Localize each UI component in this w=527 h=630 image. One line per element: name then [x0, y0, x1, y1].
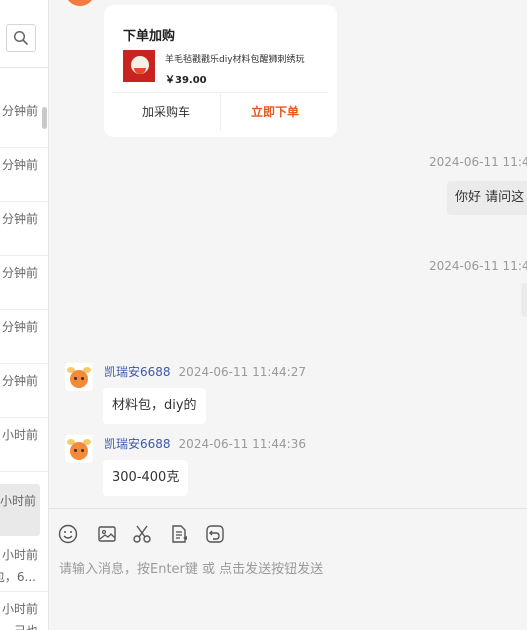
conversation-time: 分钟前 — [1, 104, 38, 118]
conversation-sidebar: 分钟前 分钟前 分钟前 分钟前 分钟前 分钟前 小时前 小时前 小时前 包，6.… — [0, 0, 49, 630]
message-timestamp: 2024-06-11 11:44:36 — [178, 437, 306, 451]
conversation-item[interactable]: 小时前 己也 — [0, 592, 48, 630]
message-sender: 凯瑞安6688 2024-06-11 11:44:27 — [104, 363, 306, 380]
message-timestamp: 2024-06-11 11:43 — [429, 259, 527, 273]
product-thumbnail[interactable] — [123, 50, 155, 82]
conversation-item[interactable]: 小时前 包，6... — [0, 538, 48, 592]
avatar[interactable] — [65, 435, 93, 463]
conversation-preview: 己也 — [14, 622, 38, 630]
message-timestamp: 2024-06-11 11:44:27 — [178, 365, 306, 379]
message-bubble-incoming: 300-400克 — [103, 460, 189, 496]
conversation-time: 分钟前 — [1, 320, 38, 334]
conversation-time: 小时前 — [0, 494, 36, 508]
conversation-time: 分钟前 — [1, 374, 38, 388]
conversation-item[interactable]: 分钟前 — [0, 310, 48, 364]
history-icon[interactable] — [204, 523, 226, 545]
conversation-time: 分钟前 — [1, 212, 38, 226]
emoji-icon[interactable] — [57, 523, 79, 545]
product-price: ￥39.00 — [165, 75, 207, 86]
conversation-preview: 包，6... — [0, 570, 36, 584]
conversation-item[interactable]: 分钟前 — [0, 256, 48, 310]
document-icon[interactable] — [168, 523, 190, 545]
avatar[interactable] — [65, 363, 93, 391]
sender-name[interactable]: 凯瑞安6688 — [104, 365, 171, 379]
search-button[interactable] — [6, 24, 36, 52]
message-input[interactable] — [59, 557, 519, 581]
order-now-button[interactable]: 立即下单 — [221, 93, 329, 131]
conversation-item[interactable]: 分钟前 — [0, 202, 48, 256]
scissors-icon[interactable] — [131, 523, 153, 545]
message-sender: 凯瑞安6688 2024-06-11 11:44:36 — [104, 435, 306, 452]
message-timestamp: 2024-06-11 11:43 — [429, 155, 527, 169]
search-icon — [13, 30, 28, 45]
add-to-cart-button[interactable]: 加采购车 — [112, 93, 220, 131]
conversation-item[interactable]: 分钟前 — [0, 94, 48, 148]
chat-messages: 下单加购 羊毛毡戳戳乐diy材料包醒狮刺绣玩 ￥39.00 加采购车 立即下单 … — [49, 0, 527, 508]
message-bubble-incoming: 材料包，diy的 — [103, 388, 206, 424]
conversation-item[interactable]: 分钟前 — [0, 364, 48, 418]
conversation-time: 小时前 — [1, 428, 38, 442]
message-bubble-outgoing: 你好 请问这 — [447, 181, 527, 215]
sidebar-divider — [0, 67, 48, 68]
conversation-time: 分钟前 — [1, 266, 38, 280]
conversation-item[interactable]: 小时前 — [0, 418, 48, 472]
conversation-item[interactable]: 分钟前 — [0, 148, 48, 202]
avatar — [65, 0, 95, 6]
message-bubble-outgoing — [521, 283, 527, 317]
product-name[interactable]: 羊毛毡戳戳乐diy材料包醒狮刺绣玩 — [165, 52, 325, 65]
order-card: 下单加购 羊毛毡戳戳乐diy材料包醒狮刺绣玩 ￥39.00 加采购车 立即下单 — [104, 5, 337, 137]
sender-name[interactable]: 凯瑞安6688 — [104, 437, 171, 451]
conversation-item-active[interactable]: 小时前 — [0, 484, 40, 536]
image-icon[interactable] — [96, 523, 118, 545]
message-composer — [49, 508, 527, 630]
order-card-title: 下单加购 — [123, 29, 176, 44]
conversation-time: 小时前 — [1, 548, 38, 562]
conversation-time: 分钟前 — [1, 158, 38, 172]
conversation-time: 小时前 — [1, 602, 38, 616]
